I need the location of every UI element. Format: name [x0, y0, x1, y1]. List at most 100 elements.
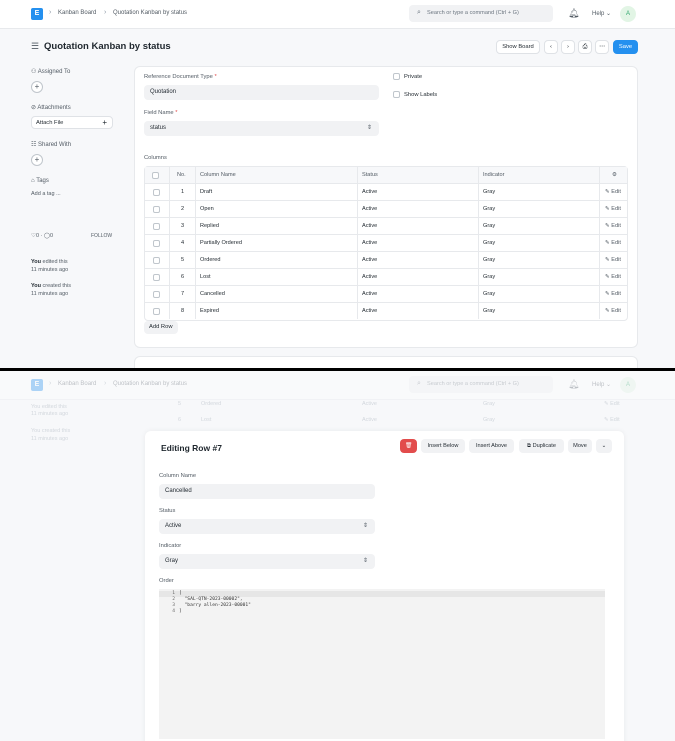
more-icon[interactable]: ⋯ [595, 40, 609, 54]
add-tag-link[interactable]: Add a tag ... [31, 191, 61, 197]
add-row-button[interactable]: Add Row [144, 321, 178, 334]
field-name-select[interactable]: status ⇕ [144, 121, 379, 136]
row-editor-panel: E › Kanban Board › Quotation Kanban by s… [0, 371, 675, 741]
row-indicator[interactable]: Gray [478, 269, 599, 285]
table-row[interactable]: 4 Partially Ordered Active Gray ✎ Edit [145, 235, 627, 252]
edit-row-button[interactable]: ✎ Edit [599, 303, 629, 319]
settings-icon[interactable]: ⚙ [599, 167, 629, 183]
private-checkbox[interactable] [393, 73, 400, 80]
row-indicator[interactable]: Gray [478, 184, 599, 200]
attach-file-button[interactable]: Attach File + [31, 116, 113, 129]
row-column-name[interactable]: Expired [195, 303, 357, 319]
avatar[interactable]: A [620, 6, 636, 22]
row-status[interactable]: Active [357, 286, 478, 302]
row-checkbox[interactable] [153, 189, 160, 196]
edit-row-button[interactable]: ✎ Edit [599, 286, 629, 302]
row-checkbox[interactable] [153, 308, 160, 315]
save-button[interactable]: Save [613, 40, 638, 54]
bell-icon[interactable]: 🔔︎ [568, 8, 579, 19]
activity-edited-time: 11 minutes ago [31, 411, 69, 417]
row-checkbox[interactable] [153, 291, 160, 298]
row-checkbox[interactable] [153, 257, 160, 264]
table-row[interactable]: 8 Expired Active Gray ✎ Edit [145, 303, 627, 320]
help-menu[interactable]: Help ⌄ [592, 10, 611, 17]
row-status[interactable]: Active [357, 235, 478, 251]
indicator-select[interactable]: Gray ⇕ [159, 554, 375, 569]
row-status[interactable]: Active [357, 303, 478, 319]
table-row[interactable]: 2 Open Active Gray ✎ Edit [145, 201, 627, 218]
insert-above-button[interactable]: Insert Above [469, 439, 514, 453]
search-bar[interactable]: ⌕ Search or type a command (Ctrl + G) [409, 5, 553, 22]
next-icon[interactable]: › [561, 40, 575, 54]
row-checkbox[interactable] [153, 240, 160, 247]
insert-below-button[interactable]: Insert Below [421, 439, 465, 453]
table-row[interactable]: 1 Draft Active Gray ✎ Edit [145, 184, 627, 201]
status-label: Status [159, 508, 176, 514]
row-column-name[interactable]: Replied [195, 218, 357, 234]
edit-row-button[interactable]: ✎ Edit [599, 184, 629, 200]
sidebar-toggle-icon[interactable]: ☰ [31, 41, 39, 52]
table-row[interactable]: 7 Cancelled Active Gray ✎ Edit [145, 286, 627, 303]
ref-doc-type-value: Quotation [150, 89, 177, 95]
activity-created: You created this [31, 428, 70, 434]
row-indicator[interactable]: Gray [478, 286, 599, 302]
attach-file-label: Attach File [36, 120, 64, 126]
duplicate-label: Duplicate [532, 443, 556, 449]
search-icon: ⌕ [417, 380, 421, 387]
column-name-input[interactable]: Cancelled [159, 484, 375, 499]
move-button[interactable]: Move [568, 439, 592, 453]
row-status[interactable]: Active [357, 269, 478, 285]
likes-count[interactable]: ♡0 · ◯0 [31, 233, 53, 239]
row-no: 6 [169, 269, 195, 285]
add-assignee-button[interactable]: + [31, 81, 43, 93]
row-column-name[interactable]: Lost [195, 269, 357, 285]
tags-label: ⌂ Tags [31, 178, 49, 184]
header-indicator: Indicator [478, 167, 599, 183]
table-row[interactable]: 5 Ordered Active Gray ✎ Edit [145, 252, 627, 269]
edit-row-button[interactable]: ✎ Edit [599, 235, 629, 251]
select-all-checkbox[interactable] [152, 172, 159, 179]
row-indicator[interactable]: Gray [478, 252, 599, 268]
status-select[interactable]: Active ⇕ [159, 519, 375, 534]
bg-row-name: Lost [201, 417, 212, 423]
row-indicator[interactable]: Gray [478, 235, 599, 251]
table-row[interactable]: 6 Lost Active Gray ✎ Edit [145, 269, 627, 286]
edit-row-button[interactable]: ✎ Edit [599, 201, 629, 217]
add-share-button[interactable]: + [31, 154, 43, 166]
row-column-name[interactable]: Ordered [195, 252, 357, 268]
order-label: Order [159, 578, 174, 584]
show-board-button[interactable]: Show Board [496, 40, 540, 54]
row-checkbox[interactable] [153, 206, 160, 213]
duplicate-button[interactable]: ⧉ Duplicate [519, 439, 564, 453]
row-column-name[interactable]: Draft [195, 184, 357, 200]
row-status[interactable]: Active [357, 252, 478, 268]
row-column-name[interactable]: Partially Ordered [195, 235, 357, 251]
row-status[interactable]: Active [357, 218, 478, 234]
ref-doc-type-input[interactable]: Quotation [144, 85, 379, 100]
row-checkbox[interactable] [153, 223, 160, 230]
column-name-label: Column Name [159, 473, 197, 479]
prev-icon[interactable]: ‹ [544, 40, 558, 54]
edit-row-button[interactable]: ✎ Edit [599, 269, 629, 285]
row-column-name[interactable]: Cancelled [195, 286, 357, 302]
follow-button[interactable]: FOLLOW [91, 233, 112, 239]
breadcrumb-current[interactable]: Quotation Kanban by status [113, 10, 187, 16]
edit-row-button[interactable]: ✎ Edit [599, 252, 629, 268]
table-row[interactable]: 3 Replied Active Gray ✎ Edit [145, 218, 627, 235]
select-all-cell [145, 167, 169, 183]
row-status[interactable]: Active [357, 201, 478, 217]
row-indicator[interactable]: Gray [478, 201, 599, 217]
collapse-chevron-icon[interactable]: ⌄ [596, 439, 612, 453]
edit-row-button[interactable]: ✎ Edit [599, 218, 629, 234]
breadcrumb-kanban-board[interactable]: Kanban Board [58, 10, 96, 16]
row-column-name[interactable]: Open [195, 201, 357, 217]
delete-row-icon[interactable]: 🗑︎ [400, 439, 417, 453]
order-code-editor[interactable]: 1 2 3 4 [ "SAL-QTN-2023-00002", "barry a… [159, 589, 605, 739]
row-indicator[interactable]: Gray [478, 218, 599, 234]
row-indicator[interactable]: Gray [478, 303, 599, 319]
show-labels-checkbox[interactable] [393, 91, 400, 98]
row-status[interactable]: Active [357, 184, 478, 200]
row-checkbox[interactable] [153, 274, 160, 281]
app-logo[interactable]: E [31, 8, 43, 20]
print-icon[interactable]: ⎙ [578, 40, 592, 54]
